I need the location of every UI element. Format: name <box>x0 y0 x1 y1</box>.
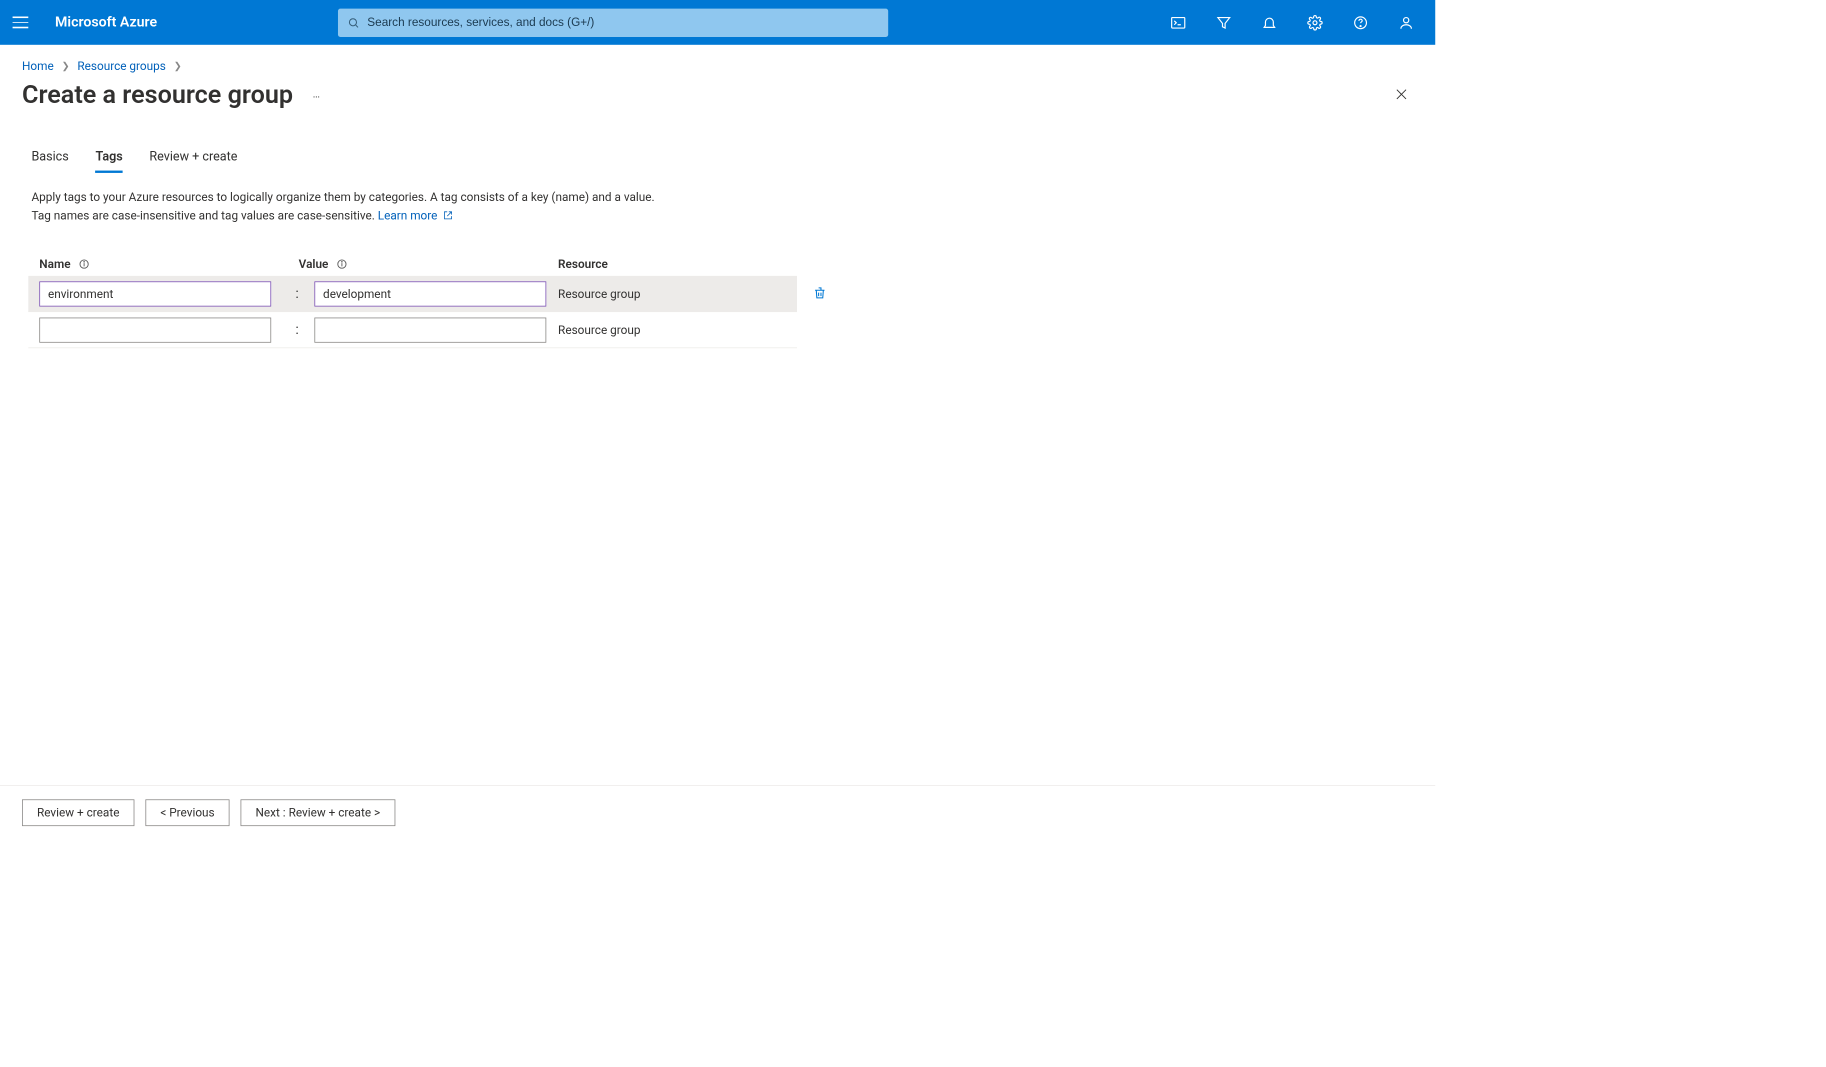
close-blade-button[interactable] <box>1390 83 1414 107</box>
col-name-header: Name <box>39 257 298 271</box>
info-icon[interactable] <box>336 259 347 270</box>
wizard-footer: Review + create < Previous Next : Review… <box>0 785 1435 838</box>
tab-tags[interactable]: Tags <box>95 149 122 172</box>
tag-resource-label: Resource group <box>558 323 794 337</box>
tags-description: Apply tags to your Azure resources to lo… <box>0 171 833 227</box>
cloud-shell-icon[interactable] <box>1170 14 1187 31</box>
external-link-icon <box>443 207 452 216</box>
col-resource-header: Resource <box>558 257 794 271</box>
global-search[interactable] <box>338 8 888 36</box>
search-icon <box>347 16 359 29</box>
tag-value-input[interactable] <box>314 281 546 306</box>
next-button[interactable]: Next : Review + create > <box>241 799 396 826</box>
tag-table: Name Value Resource : Resource group <box>0 227 825 348</box>
header-icon-bar <box>1170 14 1423 31</box>
tag-name-input[interactable] <box>39 317 271 342</box>
tag-name-input[interactable] <box>39 281 271 306</box>
tag-value-input[interactable] <box>314 317 546 342</box>
breadcrumb: Home ❯ Resource groups ❯ <box>0 45 1435 76</box>
info-icon[interactable] <box>78 259 89 270</box>
more-actions-button[interactable]: … <box>313 88 322 101</box>
tag-resource-label: Resource group <box>558 286 794 300</box>
title-row: Create a resource group … <box>0 76 1435 125</box>
filter-icon[interactable] <box>1215 14 1232 31</box>
col-value-header: Value <box>299 257 558 271</box>
search-input[interactable] <box>367 16 878 29</box>
previous-button[interactable]: < Previous <box>145 799 229 826</box>
wizard-tabs: Basics Tags Review + create <box>0 125 1435 171</box>
tag-table-header: Name Value Resource <box>28 252 797 276</box>
breadcrumb-resource-groups[interactable]: Resource groups <box>77 59 165 73</box>
learn-more-link[interactable]: Learn more <box>378 208 453 222</box>
breadcrumb-home[interactable]: Home <box>22 59 54 73</box>
page-title: Create a resource group <box>22 79 293 109</box>
chevron-right-icon: ❯ <box>174 61 182 72</box>
colon-separator: : <box>289 321 305 338</box>
desc-line1: Apply tags to your Azure resources to lo… <box>31 190 654 204</box>
review-create-button[interactable]: Review + create <box>22 799 134 826</box>
tag-row: : Resource group <box>28 312 797 348</box>
desc-line2-prefix: Tag names are case-insensitive and tag v… <box>31 208 377 222</box>
brand-label: Microsoft Azure <box>55 14 157 31</box>
top-header: Microsoft Azure <box>0 0 1435 45</box>
notifications-icon[interactable] <box>1261 14 1278 31</box>
settings-gear-icon[interactable] <box>1306 14 1323 31</box>
feedback-icon[interactable] <box>1398 14 1415 31</box>
tag-row: : Resource group <box>28 276 797 312</box>
hamburger-menu[interactable] <box>13 13 32 32</box>
chevron-right-icon: ❯ <box>62 61 70 72</box>
tab-basics[interactable]: Basics <box>31 149 68 172</box>
tab-review-create[interactable]: Review + create <box>149 149 237 172</box>
delete-tag-button[interactable] <box>813 286 829 302</box>
colon-separator: : <box>289 285 305 302</box>
help-icon[interactable] <box>1352 14 1369 31</box>
